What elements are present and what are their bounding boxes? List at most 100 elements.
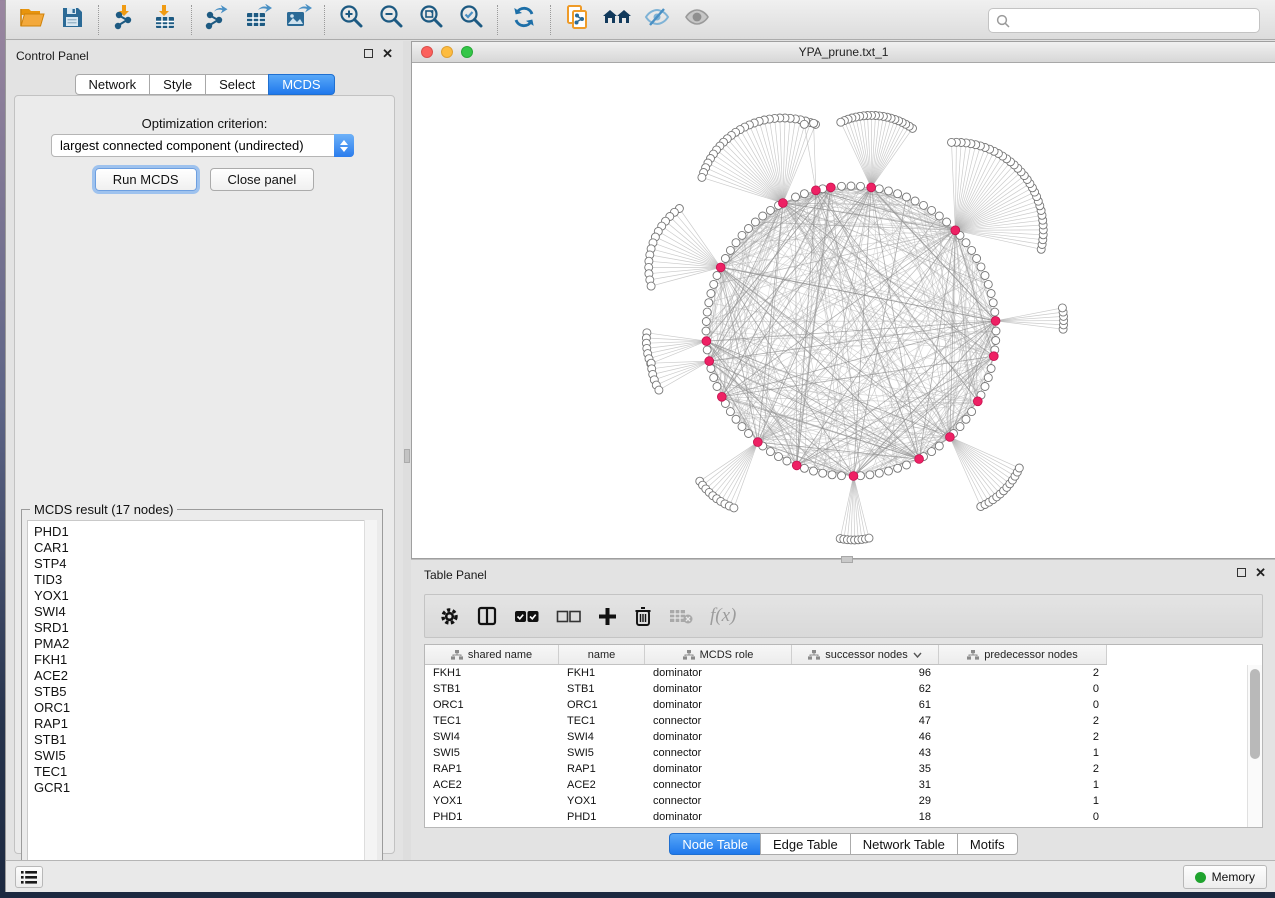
export-image-button[interactable] [278, 2, 318, 38]
zoom-out-button[interactable] [371, 2, 411, 38]
toolbar-separator [550, 5, 551, 35]
search-input[interactable] [1015, 14, 1252, 28]
table-row[interactable]: ORC1ORC1dominator610 [425, 697, 1246, 713]
mcds-result-item[interactable]: PMA2 [34, 636, 376, 652]
close-panel-button[interactable]: Close panel [210, 168, 315, 191]
first-neighbors-button[interactable] [597, 2, 637, 38]
column-type-icon [967, 650, 979, 660]
mcds-result-item[interactable]: FKH1 [34, 652, 376, 668]
mcds-result-item[interactable]: RAP1 [34, 716, 376, 732]
table-row[interactable]: PHD1PHD1dominator180 [425, 809, 1246, 825]
tab-mcds[interactable]: MCDS [268, 74, 334, 95]
mcds-result-item[interactable]: SRD1 [34, 620, 376, 636]
zoom-in-button[interactable] [331, 2, 371, 38]
zoom-fit-button[interactable] [411, 2, 451, 38]
delete-table-button[interactable] [669, 608, 693, 624]
table-row[interactable]: ACE2ACE2connector311 [425, 777, 1246, 793]
tab-network-table[interactable]: Network Table [850, 833, 957, 855]
column-header-predecessor-nodes[interactable]: predecessor nodes [939, 645, 1107, 664]
import-network-button[interactable] [105, 2, 145, 38]
table-cell: 1 [939, 777, 1107, 793]
float-table-panel-icon[interactable] [1237, 568, 1246, 577]
table-cell: 35 [792, 761, 939, 777]
tab-style[interactable]: Style [149, 74, 205, 95]
column-header-MCDS-role[interactable]: MCDS role [645, 645, 792, 664]
mcds-result-item[interactable]: TEC1 [34, 764, 376, 780]
import-table-button[interactable] [145, 2, 185, 38]
mcds-result-item[interactable]: ORC1 [34, 700, 376, 716]
column-header-shared-name[interactable]: shared name [425, 645, 559, 664]
panel-divider-vertical[interactable] [403, 41, 411, 860]
table-cell: SWI5 [425, 745, 559, 761]
table-cell: dominator [645, 665, 792, 681]
select-all-rows-button[interactable] [514, 610, 539, 623]
toolbar-separator [497, 5, 498, 35]
search-field[interactable] [988, 8, 1260, 33]
table-cell: STB1 [559, 681, 645, 697]
table-settings-button[interactable] [439, 606, 460, 627]
table-cell: dominator [645, 681, 792, 697]
table-row[interactable]: TEC1TEC1connector472 [425, 713, 1246, 729]
plus-icon [598, 607, 617, 626]
mcds-result-item[interactable]: TID3 [34, 572, 376, 588]
mcds-result-item[interactable]: STB5 [34, 684, 376, 700]
tab-edge-table[interactable]: Edge Table [760, 833, 850, 855]
table-cell: connector [645, 713, 792, 729]
memory-button[interactable]: Memory [1183, 865, 1267, 889]
columns-icon [477, 606, 497, 626]
table-row[interactable]: STB1STB1dominator620 [425, 681, 1246, 697]
export-table-button[interactable] [238, 2, 278, 38]
float-panel-icon[interactable] [364, 49, 373, 58]
table-row[interactable]: SWI4SWI4dominator462 [425, 729, 1246, 745]
delete-column-button[interactable] [634, 606, 652, 626]
column-header-successor-nodes[interactable]: successor nodes [792, 645, 939, 664]
mcds-result-item[interactable]: GCR1 [34, 780, 376, 796]
mcds-result-item[interactable]: CAR1 [34, 540, 376, 556]
table-cell: dominator [645, 697, 792, 713]
mcds-result-item[interactable]: STP4 [34, 556, 376, 572]
zoom-selected-button[interactable] [451, 2, 491, 38]
list-icon [21, 871, 37, 884]
apply-function-button[interactable]: f(x) [710, 605, 736, 627]
table-row[interactable]: RAP1RAP1dominator352 [425, 761, 1246, 777]
show-task-history-button[interactable] [15, 866, 43, 888]
mcds-result-list[interactable]: PHD1CAR1STP4TID3YOX1SWI4SRD1PMA2FKH1ACE2… [27, 520, 377, 874]
select-stepper-icon [334, 134, 354, 157]
close-panel-icon[interactable]: ✕ [382, 49, 393, 58]
open-session-button[interactable] [12, 2, 52, 38]
mcds-result-item[interactable]: YOX1 [34, 588, 376, 604]
tab-select[interactable]: Select [205, 74, 268, 95]
column-header-name[interactable]: name [559, 645, 645, 664]
split-columns-button[interactable] [477, 606, 497, 626]
network-canvas[interactable] [412, 63, 1275, 558]
close-table-panel-icon[interactable]: ✕ [1255, 568, 1266, 577]
table-row[interactable]: YOX1YOX1connector291 [425, 793, 1246, 809]
show-all-button[interactable] [677, 2, 717, 38]
criterion-select[interactable]: largest connected component (undirected) [51, 134, 354, 157]
export-network-button[interactable] [198, 2, 238, 38]
refresh-layout-button[interactable] [504, 2, 544, 38]
tab-network[interactable]: Network [74, 74, 149, 95]
mcds-result-item[interactable]: STB1 [34, 732, 376, 748]
table-row[interactable]: SWI5SWI5connector431 [425, 745, 1246, 761]
copy-network-button[interactable] [557, 2, 597, 38]
table-cell: connector [645, 745, 792, 761]
save-session-button[interactable] [52, 2, 92, 38]
divider-drag-handle[interactable] [404, 449, 410, 463]
optimization-criterion-label: Optimization criterion: [15, 116, 394, 131]
mcds-result-item[interactable]: SWI5 [34, 748, 376, 764]
mcds-list-scrollbar[interactable] [364, 520, 377, 874]
tab-node-table[interactable]: Node Table [669, 833, 760, 855]
table-row[interactable]: FKH1FKH1dominator962 [425, 665, 1246, 681]
table-scrollbar[interactable] [1247, 665, 1262, 827]
add-column-button[interactable] [598, 607, 617, 626]
mcds-result-item[interactable]: ACE2 [34, 668, 376, 684]
hide-selected-button[interactable] [637, 2, 677, 38]
run-mcds-button[interactable]: Run MCDS [95, 168, 197, 191]
tab-motifs[interactable]: Motifs [957, 833, 1018, 855]
mcds-result-item[interactable]: SWI4 [34, 604, 376, 620]
mcds-result-item[interactable]: PHD1 [34, 524, 376, 540]
unselect-all-rows-button[interactable] [556, 610, 581, 623]
table-scrollbar-thumb[interactable] [1250, 669, 1260, 759]
table-panel-drag-handle[interactable] [841, 556, 853, 563]
